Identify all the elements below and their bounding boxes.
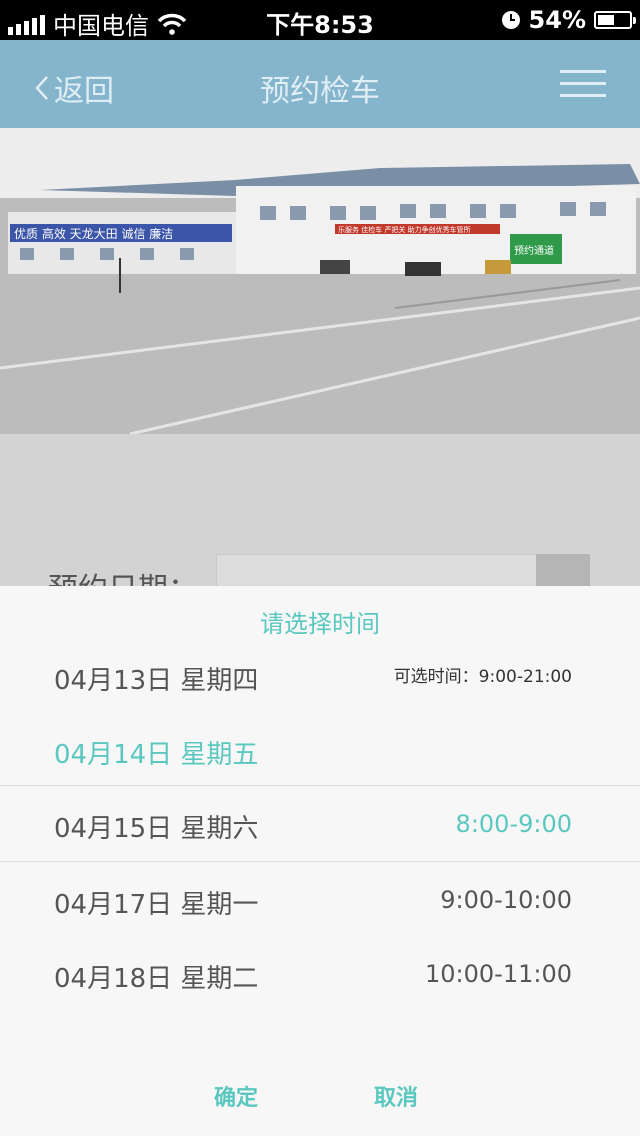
date-option[interactable]: 04月18日 星期二 10:00-11:00 <box>0 942 640 1016</box>
date-label: 04月18日 星期二 <box>54 964 259 994</box>
time-option[interactable]: 9:00-10:00 <box>440 886 572 914</box>
date-option[interactable]: 04月13日 星期四 <box>0 644 640 718</box>
time-option[interactable]: 10:00-11:00 <box>425 960 572 988</box>
date-option-selected[interactable]: 04月14日 星期五 <box>0 718 640 792</box>
menu-icon[interactable] <box>560 70 606 98</box>
page-title: 预约检车 <box>260 74 380 109</box>
time-picker-sheet: 请选择时间 可选时间：9:00-21:00 04月13日 星期四 04月14日 … <box>0 586 640 1136</box>
station-photo: 优质 高效 天龙大田 诚信 廉洁 乐服务 佳检车 严把关 助力争创优秀车管所 预… <box>0 128 640 434</box>
time-option-selected[interactable]: 8:00-9:00 <box>456 810 572 838</box>
red-banner: 乐服务 佳检车 严把关 助力争创优秀车管所 <box>338 225 471 234</box>
date-label: 04月14日 星期五 <box>54 740 259 770</box>
cancel-button[interactable]: 取消 <box>374 1080 418 1112</box>
battery-percent: 54% <box>528 6 586 34</box>
reservation-lane-sign: 预约通道 <box>514 244 554 257</box>
date-label: 04月15日 星期六 <box>54 814 259 844</box>
picker-title: 请选择时间 <box>260 610 380 638</box>
slogan-sign: 优质 高效 天龙大田 诚信 廉洁 <box>14 226 173 241</box>
battery-icon <box>594 11 636 29</box>
selection-divider <box>0 785 640 786</box>
selection-divider <box>0 861 640 862</box>
confirm-button[interactable]: 确定 <box>214 1080 258 1112</box>
date-label: 04月17日 星期一 <box>54 890 259 920</box>
status-bar: 中国电信 下午8:53 54% <box>0 0 640 40</box>
date-label: 04月13日 星期四 <box>54 666 259 696</box>
date-option[interactable]: 04月15日 星期六 8:00-9:00 <box>0 792 640 866</box>
date-option[interactable]: 04月17日 星期一 9:00-10:00 <box>0 868 640 942</box>
nav-bar: 返回 预约检车 <box>0 40 640 128</box>
alarm-icon <box>501 11 520 29</box>
